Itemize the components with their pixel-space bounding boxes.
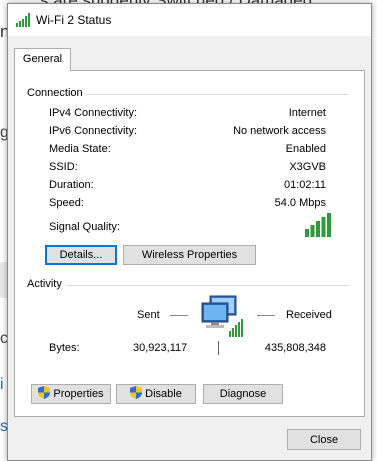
speed-label: Speed: xyxy=(49,197,84,209)
media-state-label: Media State: xyxy=(49,143,111,155)
connection-heading: Connection xyxy=(27,87,87,99)
disable-button-label: Disable xyxy=(145,388,182,400)
received-connector xyxy=(257,315,275,316)
background-fragment: i xyxy=(0,376,4,393)
ipv6-label: IPv6 Connectivity: xyxy=(49,125,138,137)
signal-strength-icon xyxy=(305,213,331,237)
signal-bar xyxy=(327,213,331,237)
speed-value: 54.0 Mbps xyxy=(274,197,326,209)
signal-bar xyxy=(305,229,309,237)
wireless-properties-button[interactable]: Wireless Properties xyxy=(123,245,256,265)
ssid-value: X3GVB xyxy=(289,161,326,173)
tab-general[interactable]: General xyxy=(14,48,71,71)
ipv4-value: Internet xyxy=(288,107,326,119)
signal-bar xyxy=(321,217,326,237)
network-computers-icon xyxy=(201,295,243,337)
sent-connector xyxy=(170,315,188,316)
wifi-signal-icon xyxy=(16,13,30,27)
close-button[interactable]: Close xyxy=(287,429,361,450)
bytes-sent-value: 30,923,117 xyxy=(133,342,188,354)
duration-label: Duration: xyxy=(49,179,94,191)
disable-button[interactable]: Disable xyxy=(116,384,196,404)
uac-shield-icon xyxy=(130,386,143,399)
ipv4-label: IPv4 Connectivity: xyxy=(49,107,138,119)
details-button[interactable]: Details... xyxy=(45,245,117,265)
uac-shield-icon xyxy=(38,386,51,399)
duration-value: 01:02:11 xyxy=(283,179,326,191)
signal-bar xyxy=(310,225,315,237)
received-label: Received xyxy=(286,309,332,321)
activity-divider xyxy=(27,285,349,286)
properties-button-label: Properties xyxy=(53,388,104,400)
activity-heading: Activity xyxy=(27,278,66,290)
title-bar[interactable]: Wi-Fi 2 Status xyxy=(8,4,371,36)
bytes-separator xyxy=(218,341,219,355)
bytes-received-value: 435,808,348 xyxy=(264,342,326,354)
signal-quality-label: Signal Quality: xyxy=(49,221,120,233)
media-state-value: Enabled xyxy=(285,143,326,155)
properties-button[interactable]: Properties xyxy=(31,384,111,404)
sent-label: Sent xyxy=(137,309,160,321)
bytes-label: Bytes: xyxy=(49,342,80,354)
ssid-label: SSID: xyxy=(49,161,78,173)
signal-bar xyxy=(316,221,320,237)
diagnose-button[interactable]: Diagnose xyxy=(203,384,283,404)
ipv6-value: No network access xyxy=(233,125,326,137)
general-tab-panel: Connection IPv4 Connectivity: Internet I… xyxy=(14,70,365,417)
window-title: Wi-Fi 2 Status xyxy=(36,13,112,27)
wifi-status-dialog: Wi-Fi 2 Status General Connection IPv4 C… xyxy=(7,3,372,461)
